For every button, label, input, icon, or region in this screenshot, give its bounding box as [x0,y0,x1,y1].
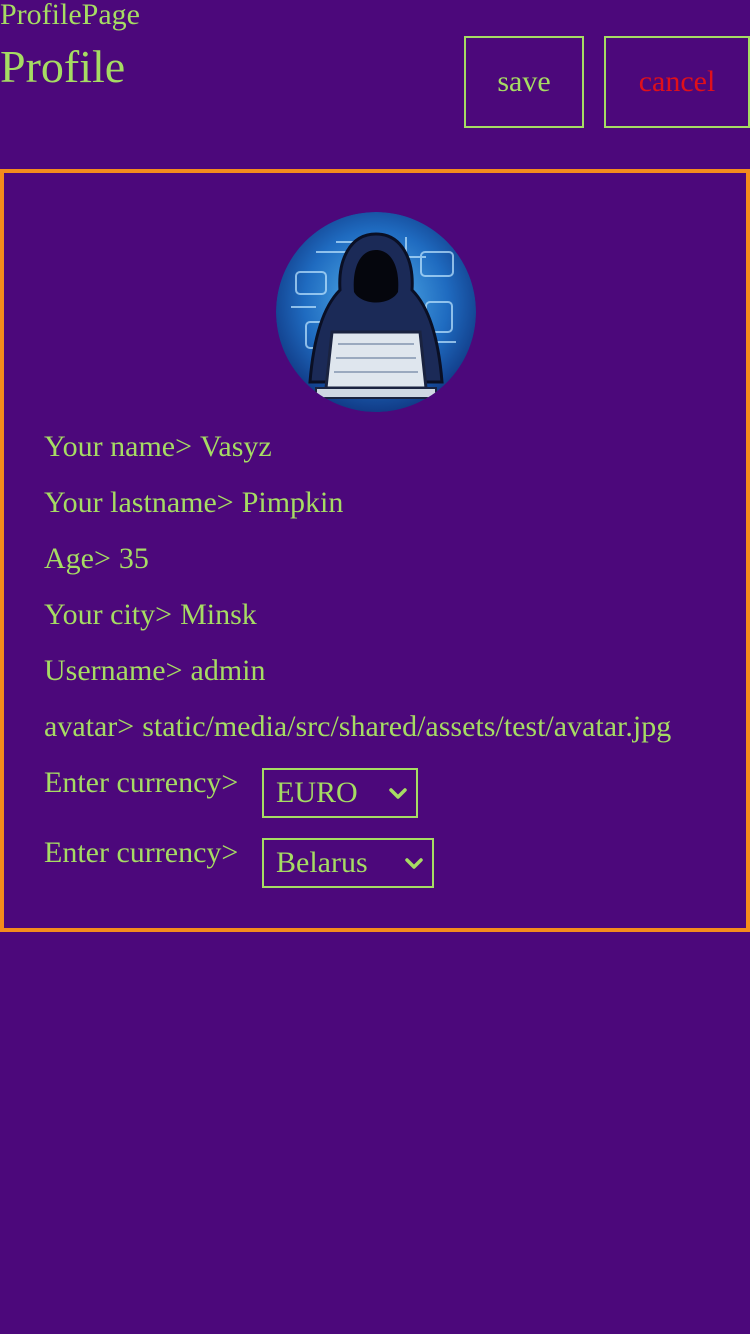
currency-select[interactable]: EURO [262,768,418,818]
name-row: Your name> Vasyz [44,430,272,464]
save-button[interactable]: save [464,36,584,128]
page-title: Profile [0,41,126,92]
chevron-down-icon [405,858,423,869]
chevron-down-icon [389,788,407,799]
cancel-button[interactable]: cancel [604,36,750,128]
avatar-path-label: avatar> [44,710,135,743]
avatar [276,212,476,412]
page-label: ProfilePage [0,0,140,31]
currency-select-value: EURO [276,776,358,809]
profile-card: Your name> Vasyz Your lastname> Pimpkin Ag… [0,169,750,932]
age-value[interactable]: 35 [119,542,149,575]
country-select[interactable]: Belarus [262,838,434,888]
lastname-row: Your lastname> Pimpkin [44,486,343,520]
username-value[interactable]: admin [191,654,266,687]
username-row: Username> admin [44,654,266,688]
currency-label: Enter currency> [44,766,239,799]
avatar-path-value[interactable]: static/media/src/shared/assets/test/avat… [142,710,671,743]
country-label: Enter currency> [44,836,239,869]
city-row: Your city> Minsk [44,598,257,632]
hooded-hacker-avatar-icon [276,212,476,412]
country-select-value: Belarus [276,846,368,879]
age-label: Age> [44,542,111,575]
cancel-button-label: cancel [638,65,716,98]
lastname-value[interactable]: Pimpkin [242,486,344,519]
name-label: Your name> [44,430,193,463]
age-row: Age> 35 [44,542,149,576]
name-value[interactable]: Vasyz [200,430,272,463]
avatar-path-row: avatar> static/media/src/shared/assets/te… [44,710,706,744]
city-value[interactable]: Minsk [180,598,257,631]
save-button-label: save [497,65,551,98]
lastname-label: Your lastname> [44,486,234,519]
city-label: Your city> [44,598,173,631]
username-label: Username> [44,654,183,687]
